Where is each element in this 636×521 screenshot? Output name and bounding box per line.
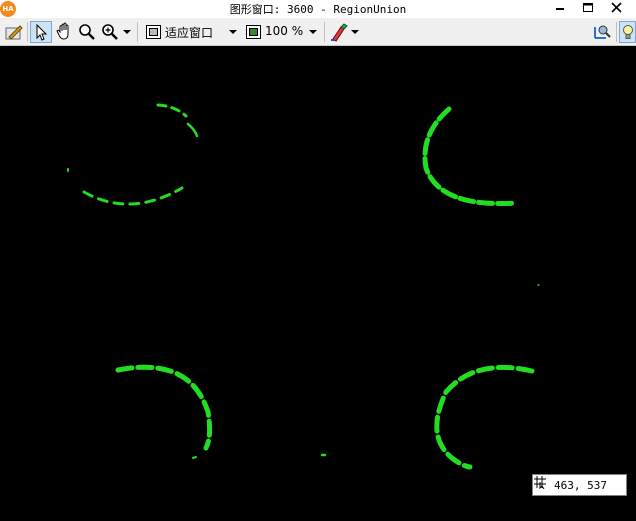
image-canvas[interactable]: 463, 537 [0, 46, 636, 521]
toolbar-separator [616, 22, 617, 42]
minimize-button[interactable] [548, 0, 572, 18]
lightbulb-button[interactable] [619, 21, 636, 43]
fit-window-select[interactable]: 适应窗口 [145, 21, 245, 43]
edit-tool-button[interactable] [3, 21, 25, 43]
coordinate-text: 463, 537 [554, 479, 607, 492]
window-title: 图形窗口: 3600 - RegionUnion [229, 3, 407, 16]
zoom-in-icon [102, 24, 118, 40]
region-arc-top-left-lower [82, 186, 184, 206]
close-icon [611, 2, 622, 13]
inspect-button[interactable] [592, 21, 612, 43]
pointer-tool-button[interactable] [30, 21, 52, 43]
maximize-button[interactable] [576, 0, 600, 18]
hand-icon [56, 22, 69, 40]
region-overlay [67, 103, 540, 470]
zoom-select[interactable]: 100 % [245, 21, 323, 43]
fit-window-icon [146, 25, 161, 39]
region-arc-top-left-upper [156, 103, 188, 118]
chevron-down-icon [123, 30, 131, 34]
toolbar-separator [137, 22, 138, 42]
pan-tool-button[interactable] [55, 21, 75, 43]
title-bar: HA 图形窗口: 3600 - RegionUnion [0, 0, 636, 18]
fit-window-label: 适应窗口 [165, 26, 214, 40]
toolbar: 适应窗口 100 % [0, 18, 636, 46]
inspect-icon [594, 25, 611, 39]
chevron-down-icon [351, 30, 359, 34]
region-arc-top-left-right [186, 122, 199, 138]
lightbulb-icon [623, 25, 633, 39]
chevron-down-icon [309, 30, 317, 34]
zoom-tool-button[interactable] [100, 21, 120, 43]
magnifier-icon [79, 24, 95, 40]
region-arc-bottom-right [434, 364, 535, 470]
toolbar-separator [324, 22, 325, 42]
region-speck-3 [192, 456, 197, 459]
zoom-value: 100 % [265, 24, 304, 38]
region-arc-bottom-left [115, 364, 213, 451]
chevron-down-icon [229, 30, 237, 34]
crosshair-cursor-icon [534, 476, 546, 489]
color-select[interactable] [329, 21, 361, 43]
coordinate-readout: 463, 537 [532, 474, 627, 496]
close-button[interactable] [604, 0, 628, 18]
image-zoom-icon [246, 25, 261, 39]
pencil-icon [5, 25, 23, 40]
minimize-icon [556, 8, 564, 10]
zoom-dropdown-arrow[interactable] [121, 21, 133, 43]
toolbar-separator [27, 22, 28, 42]
arrow-pointer-icon [36, 23, 48, 41]
magnify-tool-button[interactable] [77, 21, 97, 43]
maximize-icon [583, 3, 593, 12]
region-arc-top-right [422, 106, 519, 207]
color-brush-icon [331, 23, 348, 42]
